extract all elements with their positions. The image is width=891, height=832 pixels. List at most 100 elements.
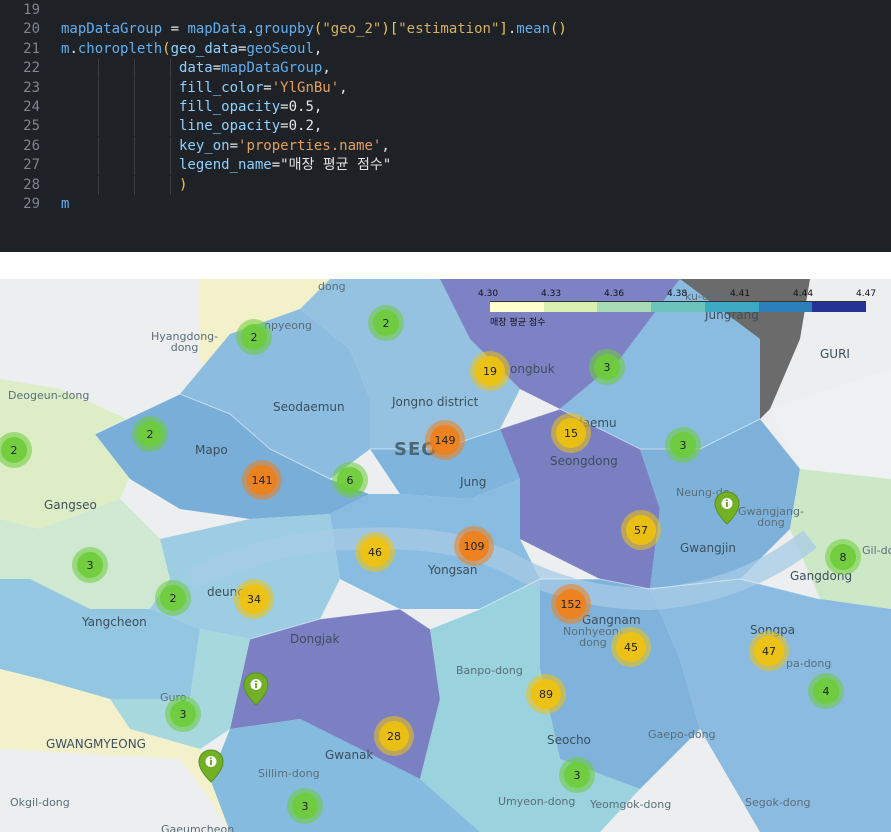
- cluster-count: 57: [626, 515, 656, 545]
- legend-color-stop: [812, 302, 867, 312]
- map-place-label: ongbuk: [510, 362, 555, 376]
- code-line[interactable]: 29 m: [0, 195, 891, 214]
- indent-guide: [134, 59, 135, 79]
- marker-cluster[interactable]: 89: [526, 674, 566, 714]
- code-line[interactable]: 25 line_opacity=0.2,: [0, 117, 891, 137]
- info-marker-icon[interactable]: [714, 491, 740, 525]
- legend-tick-label: 4.33: [541, 289, 562, 299]
- cluster-count: 89: [531, 679, 561, 709]
- marker-cluster[interactable]: 15: [551, 413, 591, 453]
- marker-cluster[interactable]: 141: [242, 460, 282, 500]
- code-token: =: [280, 118, 289, 135]
- code-line[interactable]: 21 m.choropleth(geo_data=geoSeoul,: [0, 40, 891, 59]
- code-token: ,: [313, 118, 323, 135]
- line-number: 25: [23, 118, 40, 135]
- indent-guide: [98, 59, 99, 79]
- code-token: geo_data: [170, 40, 239, 57]
- marker-cluster[interactable]: 3: [165, 696, 201, 732]
- cluster-count: 15: [556, 418, 586, 448]
- code-token: mapDataGroup: [61, 21, 163, 38]
- code-token: [: [389, 21, 399, 38]
- map-place-label: npyeong: [264, 319, 312, 332]
- map-place-label: GWANGMYEONG: [46, 737, 146, 751]
- code-token: choropleth: [77, 40, 163, 57]
- code-token: ): [381, 21, 390, 38]
- indent-guide: [98, 98, 99, 117]
- cluster-count: 3: [564, 762, 590, 788]
- marker-cluster[interactable]: 2: [132, 416, 168, 452]
- marker-cluster[interactable]: 149: [425, 420, 465, 460]
- marker-cluster[interactable]: 3: [665, 427, 701, 463]
- cluster-count: 2: [373, 310, 399, 336]
- marker-cluster[interactable]: 8: [825, 539, 861, 575]
- indent-guide: [98, 78, 99, 98]
- marker-cluster[interactable]: 3: [559, 757, 595, 793]
- map-place-label: Banpo-dong: [456, 664, 523, 677]
- map-place-label: Seodaemun: [273, 400, 345, 414]
- marker-cluster[interactable]: 46: [355, 532, 395, 572]
- code-line[interactable]: 19: [0, 1, 891, 20]
- line-number: 28: [23, 176, 40, 193]
- marker-cluster[interactable]: 3: [72, 547, 108, 583]
- cluster-count: 45: [616, 632, 646, 662]
- map-place-label: Okgil-dong: [10, 796, 70, 809]
- marker-cluster[interactable]: 6: [332, 462, 368, 498]
- code-line[interactable]: 27 legend_name="매장 평균 점수": [0, 156, 891, 176]
- marker-cluster[interactable]: 47: [749, 631, 789, 671]
- marker-cluster[interactable]: 152: [551, 584, 591, 624]
- line-number: 19: [23, 2, 40, 18]
- cluster-count: 3: [292, 793, 318, 819]
- code-token: ,: [339, 79, 348, 96]
- info-marker-icon[interactable]: [198, 749, 224, 783]
- marker-cluster[interactable]: 57: [621, 510, 661, 550]
- marker-cluster[interactable]: 2: [368, 305, 404, 341]
- code-line[interactable]: 24 fill_opacity=0.5,: [0, 98, 891, 117]
- map-place-label: Gwangjang- dong: [738, 505, 804, 529]
- marker-cluster[interactable]: 34: [234, 579, 274, 619]
- code-token: fill_opacity: [179, 99, 281, 115]
- map-place-label: Dongjak: [290, 632, 340, 646]
- map-place-label: Gwanak: [325, 748, 374, 762]
- legend-tick-label: 4.36: [604, 289, 625, 299]
- code-token: (: [162, 40, 171, 57]
- code-token: geoSeoul: [246, 40, 314, 57]
- cluster-count: 6: [337, 467, 363, 493]
- cluster-count: 141: [247, 465, 277, 495]
- map-place-label: dong: [318, 280, 346, 293]
- map-place-label: Gaeumcheon: [161, 823, 235, 832]
- choropleth-map[interactable]: dong npyeong Hyangdong- dong Deogeun-dong Se…: [0, 279, 891, 832]
- code-line[interactable]: 28): [0, 175, 891, 195]
- marker-cluster[interactable]: 28: [374, 716, 414, 756]
- indent-guide: [134, 117, 135, 137]
- code-token: mean: [516, 21, 550, 38]
- code-line[interactable]: 26 key_on='properties.name',: [0, 136, 891, 156]
- marker-cluster[interactable]: 2: [236, 319, 272, 355]
- code-token: key_on: [179, 137, 230, 154]
- code-line[interactable]: 22 data=mapDataGroup,: [0, 59, 891, 79]
- code-line[interactable]: 20 mapDataGroup = mapData.groupby("geo_2"…: [0, 20, 891, 39]
- info-marker-icon[interactable]: [243, 672, 269, 706]
- code-editor[interactable]: 19 20 mapDataGroup = mapData.groupby("geo_…: [0, 0, 891, 252]
- cluster-count: 46: [360, 537, 390, 567]
- legend-color-stop: [704, 302, 759, 312]
- indent-guide: [170, 98, 171, 117]
- marker-cluster[interactable]: 3: [287, 788, 323, 824]
- code-text: ): [179, 176, 187, 195]
- line-number: 26: [23, 137, 40, 154]
- marker-cluster[interactable]: 45: [611, 627, 651, 667]
- cluster-count: 3: [77, 552, 103, 578]
- marker-cluster[interactable]: 2: [155, 580, 191, 616]
- code-line[interactable]: 23 fill_color='YlGnBu',: [0, 78, 891, 98]
- indent-guide: [98, 136, 99, 156]
- marker-cluster[interactable]: 3: [589, 349, 625, 385]
- code-token: "geo_2": [322, 21, 382, 38]
- cluster-count: 2: [241, 324, 267, 350]
- marker-cluster[interactable]: 109: [454, 526, 494, 566]
- legend-tick-label: 4.47: [856, 289, 877, 299]
- marker-cluster[interactable]: 19: [470, 351, 510, 391]
- marker-cluster[interactable]: 4: [808, 673, 844, 709]
- code-token: data: [179, 60, 213, 77]
- code-text: m: [61, 195, 69, 214]
- indent-guide: [98, 175, 99, 195]
- legend-tick-label: 4.38: [667, 289, 688, 299]
